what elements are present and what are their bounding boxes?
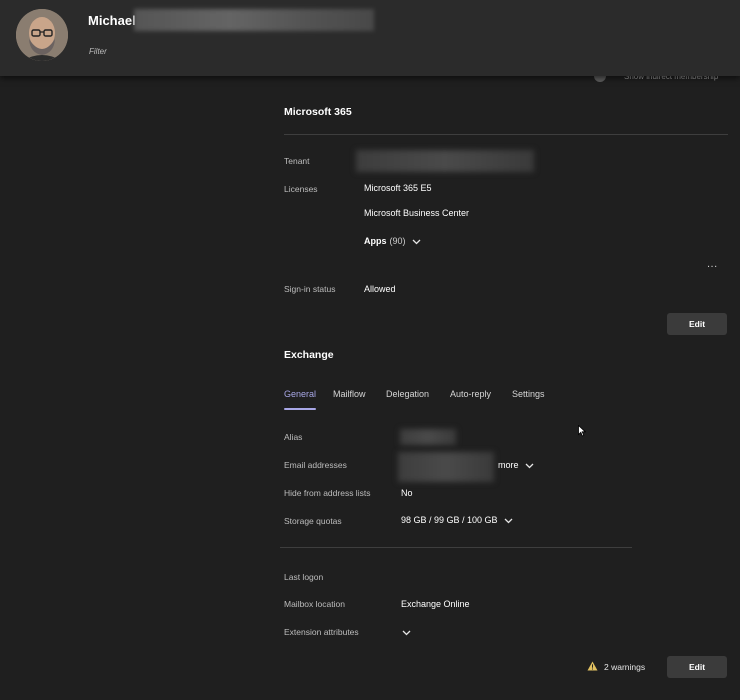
email-addresses-label: Email addresses [284, 460, 347, 470]
chevron-down-icon [525, 463, 534, 469]
ellipsis-icon[interactable]: ... [707, 258, 718, 270]
redacted-tenant [356, 150, 534, 172]
last-logon-label: Last logon [284, 572, 324, 582]
hide-from-lists-label: Hide from address lists [284, 488, 371, 498]
redacted-alias [400, 429, 456, 445]
exchange-divider [280, 547, 632, 548]
profile-header: Michael Filter [0, 0, 740, 76]
chevron-down-icon [402, 628, 411, 638]
signin-status-value: Allowed [364, 284, 396, 294]
warnings-text: 2 warnings [604, 662, 646, 672]
exchange-edit-button[interactable]: Edit [667, 656, 727, 678]
storage-quotas-value: 98 GB / 99 GB / 100 GB [401, 515, 498, 525]
email-more-label: more [498, 460, 519, 470]
licenses-label: Licenses [284, 184, 318, 194]
apps-expander[interactable]: Apps (90) [364, 236, 421, 246]
user-name: Michael [88, 13, 136, 28]
cursor-icon [578, 424, 587, 439]
tenant-label: Tenant [284, 156, 310, 166]
tab-delegation[interactable]: Delegation [386, 389, 429, 399]
storage-quotas-expander[interactable]: 98 GB / 99 GB / 100 GB [401, 515, 513, 525]
avatar [16, 9, 68, 61]
warnings-indicator[interactable]: 2 warnings [587, 661, 645, 673]
apps-label: Apps [364, 236, 387, 246]
apps-count: (90) [389, 236, 406, 246]
hide-from-lists-value: No [401, 488, 413, 498]
exchange-section-title: Exchange [284, 349, 334, 361]
m365-edit-button[interactable]: Edit [667, 313, 727, 335]
tab-auto-reply[interactable]: Auto-reply [450, 389, 491, 399]
chevron-down-icon [504, 518, 513, 524]
signin-status-label: Sign-in status [284, 284, 336, 294]
mailbox-location-label: Mailbox location [284, 599, 345, 609]
warning-icon [587, 661, 598, 673]
mailbox-location-value: Exchange Online [401, 599, 470, 609]
redacted-name [134, 9, 374, 31]
m365-section-title: Microsoft 365 [284, 106, 352, 118]
storage-quotas-label: Storage quotas [284, 516, 342, 526]
active-tab-indicator [284, 408, 316, 410]
filter-label[interactable]: Filter [89, 47, 107, 56]
extension-attributes-label: Extension attributes [284, 627, 359, 637]
redacted-email [398, 452, 494, 482]
m365-divider [284, 134, 728, 135]
license-item: Microsoft 365 E5 [364, 183, 432, 193]
tab-settings[interactable]: Settings [512, 389, 545, 399]
license-item: Microsoft Business Center [364, 208, 470, 218]
tab-mailflow[interactable]: Mailflow [333, 389, 366, 399]
tab-general[interactable]: General [284, 389, 316, 399]
email-more-expander[interactable]: more [498, 460, 534, 470]
extension-attributes-expander[interactable] [402, 628, 411, 638]
chevron-down-icon [412, 239, 421, 245]
alias-label: Alias [284, 432, 303, 442]
